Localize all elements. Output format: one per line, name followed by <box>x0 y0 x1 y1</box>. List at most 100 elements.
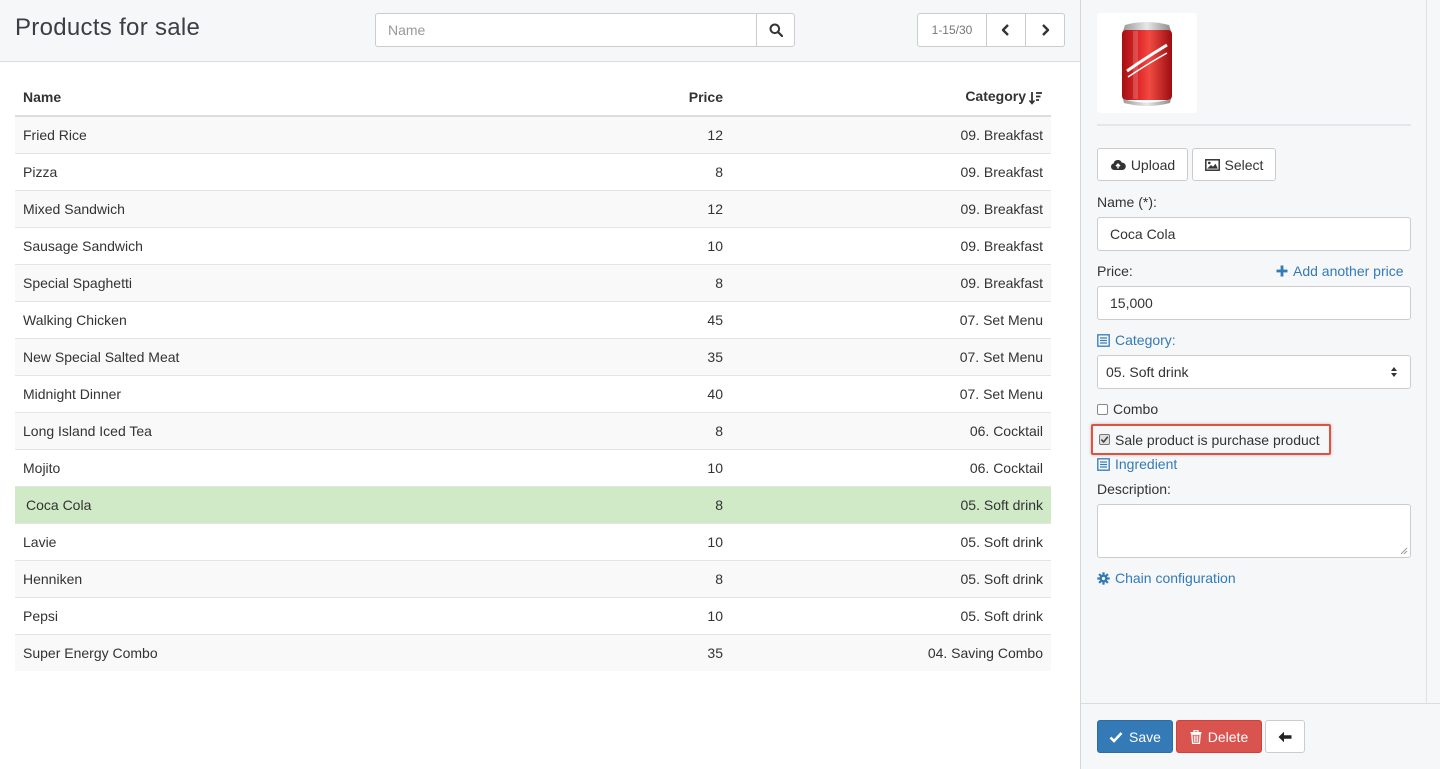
category-selected-value: 05. Soft drink <box>1106 364 1189 380</box>
combo-checkbox-row[interactable]: Combo <box>1097 401 1158 417</box>
pane-divider <box>1426 0 1427 703</box>
cell-name: Special Spaghetti <box>15 263 591 301</box>
cell-name: New Special Salted Meat <box>15 337 591 375</box>
upload-button[interactable]: Upload <box>1097 148 1188 181</box>
search-group <box>375 13 795 47</box>
footer-divider <box>1081 703 1440 704</box>
cell-name: Sausage Sandwich <box>15 226 591 264</box>
ingredient-link[interactable]: Ingredient <box>1097 456 1177 472</box>
table-row[interactable]: Walking Chicken 45 07. Set Menu <box>15 300 1051 338</box>
delete-button[interactable]: Delete <box>1176 720 1262 753</box>
check-icon <box>1109 731 1123 743</box>
cell-category: 09. Breakfast <box>731 263 1051 301</box>
cell-name: Fried Rice <box>15 115 591 153</box>
cell-name: Pepsi <box>15 596 591 634</box>
name-field[interactable]: Coca Cola <box>1097 217 1411 251</box>
search-button[interactable] <box>756 13 795 47</box>
cell-category: 05. Soft drink <box>731 596 1051 634</box>
cell-category: 07. Set Menu <box>731 300 1051 338</box>
cell-category: 09. Breakfast <box>731 226 1051 264</box>
sort-icon <box>1029 91 1042 105</box>
list-icon <box>1097 457 1110 471</box>
cell-name: Super Energy Combo <box>15 633 591 671</box>
save-button[interactable]: Save <box>1097 720 1173 753</box>
back-button[interactable] <box>1265 720 1305 753</box>
column-header-category[interactable]: Category <box>731 78 1051 117</box>
category-link[interactable]: Category: <box>1097 332 1176 348</box>
cloud-upload-icon <box>1110 159 1126 170</box>
table-row[interactable]: Mixed Sandwich 12 09. Breakfast <box>15 189 1051 227</box>
cell-category: 05. Soft drink <box>731 522 1051 560</box>
add-another-price-link[interactable]: Add another price <box>1276 263 1404 279</box>
table-header-row: Name Price Category <box>15 78 1051 117</box>
table-row[interactable]: Henniken 8 05. Soft drink <box>15 559 1051 597</box>
upload-label: Upload <box>1130 156 1176 173</box>
cell-name: Henniken <box>15 559 591 597</box>
cell-category: 06. Cocktail <box>731 448 1051 486</box>
plus-icon <box>1276 265 1288 277</box>
cell-name: Mojito <box>15 448 591 486</box>
pager-info: 1-15/30 <box>917 13 987 47</box>
name-value: Coca Cola <box>1110 226 1176 242</box>
cell-price: 45 <box>591 300 731 338</box>
cell-price: 8 <box>591 411 731 449</box>
cell-category: 09. Breakfast <box>731 115 1051 153</box>
table-row[interactable]: Fried Rice 12 09. Breakfast <box>15 115 1051 153</box>
table-row[interactable]: Midnight Dinner 40 07. Set Menu <box>15 374 1051 412</box>
cell-category: 09. Breakfast <box>731 152 1051 190</box>
table-row[interactable]: Pepsi 10 05. Soft drink <box>15 596 1051 634</box>
table-row[interactable]: New Special Salted Meat 35 07. Set Menu <box>15 337 1051 375</box>
resize-grip-icon[interactable] <box>1400 547 1408 555</box>
description-textarea[interactable] <box>1097 504 1411 558</box>
cell-name: Long Island Iced Tea <box>15 411 591 449</box>
table-row[interactable]: Mojito 10 06. Cocktail <box>15 448 1051 486</box>
top-bar: Products for sale 1-15/30 <box>0 0 1080 62</box>
cell-price: 10 <box>591 522 731 560</box>
products-table-wrap: Name Price Category Fried Rice 12 09. Brea… <box>15 78 1051 671</box>
select-image-button[interactable]: Select <box>1192 148 1276 181</box>
delete-label: Delete <box>1207 728 1249 745</box>
chevron-right-icon <box>1042 24 1050 36</box>
column-header-name[interactable]: Name <box>15 78 591 117</box>
table-row[interactable]: Pizza 8 09. Breakfast <box>15 152 1051 190</box>
next-page-button[interactable] <box>1026 13 1065 47</box>
table-row[interactable]: Sausage Sandwich 10 09. Breakfast <box>15 226 1051 264</box>
product-list-pane: Products for sale 1-15/30 Name Price Cat <box>0 0 1080 769</box>
table-row[interactable]: Lavie 10 05. Soft drink <box>15 522 1051 560</box>
chevron-left-icon <box>1001 24 1009 36</box>
cell-price: 8 <box>591 152 731 190</box>
chain-configuration-label: Chain configuration <box>1115 570 1236 586</box>
cell-price: 12 <box>591 189 731 227</box>
table-row[interactable]: Long Island Iced Tea 8 06. Cocktail <box>15 411 1051 449</box>
cell-category: 07. Set Menu <box>731 337 1051 375</box>
cell-price: 8 <box>591 263 731 301</box>
purchase-product-checkbox[interactable] <box>1099 434 1110 445</box>
product-detail-pane: Upload Select Name (*): Coca Cola Price:… <box>1080 0 1440 769</box>
chain-configuration-link[interactable]: Chain configuration <box>1097 570 1236 586</box>
combo-checkbox[interactable] <box>1097 403 1108 415</box>
search-input[interactable] <box>375 13 756 47</box>
price-field[interactable]: 15,000 <box>1097 286 1411 320</box>
list-icon <box>1097 333 1110 347</box>
cell-name: Mixed Sandwich <box>15 189 591 227</box>
purchase-product-label: Sale product is purchase product <box>1115 431 1320 448</box>
table-row-selected[interactable]: Coca Cola 8 05. Soft drink <box>15 485 1051 523</box>
price-value: 15,000 <box>1110 295 1153 311</box>
purchase-product-checkbox-row[interactable]: Sale product is purchase product <box>1091 424 1331 455</box>
cell-price: 35 <box>591 337 731 375</box>
cell-category: 05. Soft drink <box>731 485 1051 523</box>
cell-price: 35 <box>591 633 731 671</box>
prev-page-button[interactable] <box>987 13 1026 47</box>
cell-name: Midnight Dinner <box>15 374 591 412</box>
image-divider <box>1097 124 1411 126</box>
column-header-price[interactable]: Price <box>591 78 731 117</box>
description-label: Description: <box>1097 481 1171 497</box>
table-row[interactable]: Super Energy Combo 35 04. Saving Combo <box>15 633 1051 671</box>
category-select[interactable]: 05. Soft drink <box>1097 355 1411 389</box>
cell-category: 07. Set Menu <box>731 374 1051 412</box>
price-label: Price: <box>1097 263 1133 279</box>
cell-name: Lavie <box>15 522 591 560</box>
cell-price: 12 <box>591 115 731 153</box>
table-row[interactable]: Special Spaghetti 8 09. Breakfast <box>15 263 1051 301</box>
add-another-price-label: Add another price <box>1293 263 1404 279</box>
